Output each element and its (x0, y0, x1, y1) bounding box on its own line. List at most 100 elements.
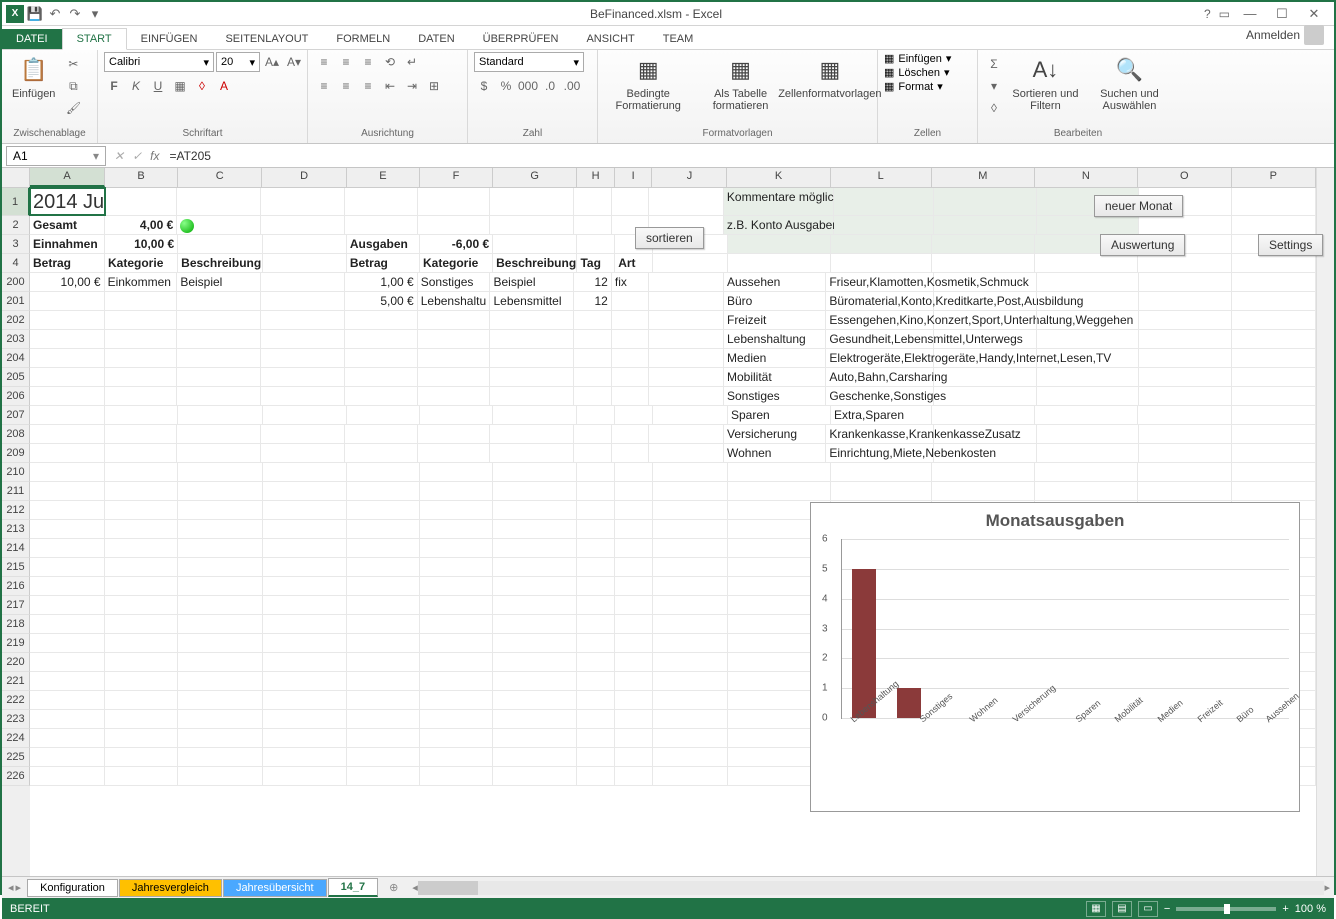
cell-F226[interactable] (420, 767, 493, 785)
formula-input[interactable]: =AT205 (163, 147, 1334, 165)
tab-nav-first-icon[interactable]: ◂ (8, 881, 14, 894)
cell-O202[interactable] (1139, 311, 1232, 329)
cell-B212[interactable] (105, 501, 178, 519)
cell-F201[interactable]: Lebenshaltu (418, 292, 491, 310)
cell-M211[interactable] (932, 482, 1035, 500)
cell-O200[interactable] (1139, 273, 1232, 291)
undo-icon[interactable]: ↶ (46, 5, 64, 23)
cell-B204[interactable] (105, 349, 178, 367)
cell-G211[interactable] (493, 482, 577, 500)
name-box[interactable]: A1▾ (6, 146, 106, 166)
cell-I225[interactable] (615, 748, 653, 766)
cell-L1[interactable] (834, 188, 935, 215)
percent-icon[interactable]: % (496, 76, 516, 96)
tab-team[interactable]: TEAM (649, 29, 708, 49)
signin-link[interactable]: Anmelden (1236, 21, 1334, 49)
chart-monatsausgaben[interactable]: Monatsausgaben 0123456 LebenshaltungSons… (810, 502, 1300, 812)
cell-H222[interactable] (577, 691, 615, 709)
cell-P207[interactable] (1232, 406, 1316, 424)
cell-M1[interactable] (934, 188, 1036, 215)
cell-C3[interactable] (178, 235, 262, 253)
cell-F216[interactable] (420, 577, 493, 595)
cell-O209[interactable] (1139, 444, 1232, 462)
cell-F224[interactable] (420, 729, 493, 747)
font-size-select[interactable]: 20▾ (216, 52, 260, 72)
cell-D3[interactable] (263, 235, 347, 253)
align-middle-icon[interactable]: ≡ (336, 52, 356, 72)
cell-P208[interactable] (1232, 425, 1316, 443)
cell-M204[interactable] (934, 349, 1036, 367)
cell-O4[interactable] (1138, 254, 1232, 272)
cell-P1[interactable] (1232, 188, 1316, 215)
cell-J201[interactable] (649, 292, 724, 310)
row-header-217[interactable]: 217 (2, 596, 30, 615)
cell-F209[interactable] (418, 444, 491, 462)
cell-I218[interactable] (615, 615, 653, 633)
merge-icon[interactable]: ⊞ (424, 76, 444, 96)
col-header-F[interactable]: F (420, 168, 493, 187)
cell-C208[interactable] (177, 425, 261, 443)
tab-pagelayout[interactable]: SEITENLAYOUT (211, 29, 322, 49)
cell-H208[interactable] (574, 425, 612, 443)
copy-icon[interactable]: ⧉ (63, 76, 83, 96)
cell-N204[interactable] (1037, 349, 1139, 367)
cell-O211[interactable] (1138, 482, 1232, 500)
cell-N210[interactable] (1035, 463, 1138, 481)
cell-A213[interactable] (30, 520, 105, 538)
cell-P201[interactable] (1232, 292, 1316, 310)
delete-cells-button[interactable]: ▦Löschen▾ (884, 66, 950, 79)
cell-H223[interactable] (577, 710, 615, 728)
cell-K202[interactable]: Freizeit (724, 311, 826, 329)
zoom-slider[interactable] (1176, 907, 1276, 911)
cell-G223[interactable] (493, 710, 577, 728)
cell-A211[interactable] (30, 482, 105, 500)
cell-I220[interactable] (615, 653, 653, 671)
cell-C220[interactable] (178, 653, 262, 671)
minimize-icon[interactable]: — (1238, 5, 1262, 23)
cell-B226[interactable] (105, 767, 178, 785)
fill-icon[interactable]: ▾ (984, 76, 1004, 96)
cell-N206[interactable] (1037, 387, 1139, 405)
col-header-P[interactable]: P (1232, 168, 1316, 187)
cell-J216[interactable] (653, 577, 728, 595)
cell-H213[interactable] (577, 520, 615, 538)
row-header-226[interactable]: 226 (2, 767, 30, 786)
row-header-215[interactable]: 215 (2, 558, 30, 577)
cell-H220[interactable] (577, 653, 615, 671)
sheet-tab-konfiguration[interactable]: Konfiguration (27, 879, 118, 897)
cell-J210[interactable] (653, 463, 728, 481)
cell-D210[interactable] (263, 463, 347, 481)
cell-C212[interactable] (178, 501, 262, 519)
cell-P205[interactable] (1232, 368, 1316, 386)
cell-I226[interactable] (615, 767, 653, 785)
align-center-icon[interactable]: ≡ (336, 76, 356, 96)
cell-J206[interactable] (649, 387, 724, 405)
thousands-icon[interactable]: 000 (518, 76, 538, 96)
tab-insert[interactable]: EINFÜGEN (127, 29, 212, 49)
row-header-1[interactable]: 1 (2, 188, 30, 216)
cell-I201[interactable] (612, 292, 650, 310)
cell-G224[interactable] (493, 729, 577, 747)
tab-review[interactable]: ÜBERPRÜFEN (469, 29, 573, 49)
cell-B3[interactable]: 10,00 € (105, 235, 178, 253)
cancel-formula-icon[interactable]: ✕ (110, 149, 128, 163)
cell-H216[interactable] (577, 577, 615, 595)
cell-A210[interactable] (30, 463, 105, 481)
cell-D206[interactable] (261, 387, 345, 405)
cell-B201[interactable] (105, 292, 178, 310)
cell-K209[interactable]: Wohnen (724, 444, 826, 462)
cell-C222[interactable] (178, 691, 262, 709)
cell-A4[interactable]: Betrag (30, 254, 105, 272)
cell-G222[interactable] (493, 691, 577, 709)
cell-F212[interactable] (420, 501, 493, 519)
cell-A214[interactable] (30, 539, 105, 557)
cell-D224[interactable] (263, 729, 347, 747)
cell-L3[interactable] (831, 235, 932, 253)
cell-D226[interactable] (263, 767, 347, 785)
cell-M210[interactable] (932, 463, 1035, 481)
cell-H218[interactable] (577, 615, 615, 633)
cell-K210[interactable] (728, 463, 831, 481)
cell-O210[interactable] (1138, 463, 1232, 481)
border-icon[interactable]: ▦ (170, 76, 190, 96)
cell-K207[interactable]: Sparen (728, 406, 831, 424)
